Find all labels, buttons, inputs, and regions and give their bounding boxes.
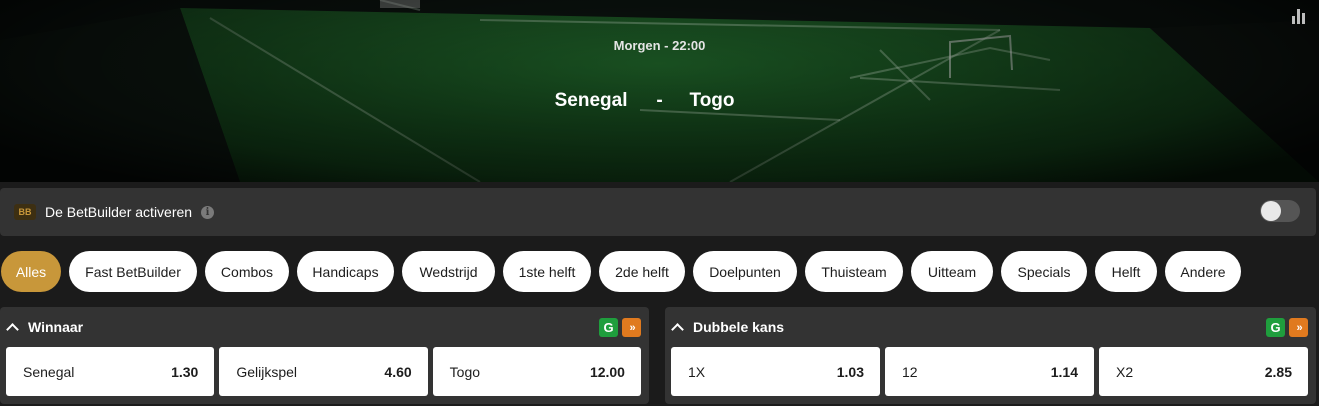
filter-combos[interactable]: Combos — [205, 251, 289, 292]
filter-andere[interactable]: Andere — [1165, 251, 1241, 292]
chevron-up-icon[interactable] — [6, 323, 19, 336]
toggle-knob — [1261, 201, 1281, 221]
betbuilder-toggle[interactable] — [1260, 200, 1300, 222]
fast-forward-icon[interactable]: » — [622, 318, 641, 337]
odd-button[interactable]: 1X 1.03 — [671, 347, 880, 396]
odd-label: Senegal — [23, 363, 75, 380]
odd-button[interactable]: Gelijkspel 4.60 — [219, 347, 428, 396]
market-header[interactable]: Dubbele kans G » — [665, 307, 1316, 347]
odd-button[interactable]: Senegal 1.30 — [6, 347, 215, 396]
betbuilder-bar: BB De BetBuilder activeren i — [0, 188, 1316, 236]
odd-price: 12.00 — [589, 363, 625, 380]
betbuilder-green-icon[interactable]: G — [1266, 318, 1285, 337]
filter-handicaps[interactable]: Handicaps — [297, 251, 394, 292]
event-teams: Senegal - Togo — [0, 90, 1319, 112]
market-dubbele-kans: Dubbele kans G » 1X 1.03 12 1.14 X2 2.85 — [665, 307, 1316, 404]
betbuilder-green-icon[interactable]: G — [599, 318, 618, 337]
odd-button[interactable]: X2 2.85 — [1099, 347, 1308, 396]
odd-price: 4.60 — [384, 363, 412, 380]
event-start-time: Morgen - 22:00 — [613, 38, 706, 53]
odd-price: 1.14 — [1050, 363, 1078, 380]
betbuilder-badge-icon: BB — [14, 204, 36, 220]
filter-doelpunten[interactable]: Doelpunten — [693, 251, 797, 292]
odd-label: X2 — [1116, 363, 1134, 380]
odd-price: 2.85 — [1264, 363, 1292, 380]
betbuilder-label: De BetBuilder activeren — [45, 204, 193, 220]
filter-alles[interactable]: Alles — [1, 251, 61, 292]
stats-icon[interactable] — [1292, 8, 1306, 24]
odd-price: 1.30 — [171, 363, 199, 380]
home-team: Senegal — [554, 90, 628, 111]
filter-wedstrijd[interactable]: Wedstrijd — [402, 251, 495, 292]
market-title: Winnaar — [28, 319, 84, 335]
odd-price: 1.03 — [836, 363, 864, 380]
filter-1ste-helft[interactable]: 1ste helft — [503, 251, 591, 292]
filter-specials[interactable]: Specials — [1001, 251, 1087, 292]
market-winnaar: Winnaar G » Senegal 1.30 Gelijkspel 4.60… — [0, 307, 649, 404]
odd-button[interactable]: 12 1.14 — [885, 347, 1094, 396]
chevron-up-icon[interactable] — [671, 323, 684, 336]
fast-forward-icon[interactable]: » — [1289, 318, 1308, 337]
odd-label: 12 — [902, 363, 918, 380]
teams-separator: - — [656, 90, 663, 111]
info-icon[interactable]: i — [201, 205, 215, 219]
odd-label: 1X — [688, 363, 706, 380]
event-hero: Morgen - 22:00 Senegal - Togo — [0, 0, 1319, 182]
market-title: Dubbele kans — [693, 319, 785, 335]
odd-label: Togo — [449, 363, 481, 380]
away-team: Togo — [689, 90, 735, 111]
filter-fast-betbuilder[interactable]: Fast BetBuilder — [69, 251, 197, 292]
filter-2de-helft[interactable]: 2de helft — [599, 251, 685, 292]
filter-uitteam[interactable]: Uitteam — [911, 251, 993, 292]
filter-helft[interactable]: Helft — [1095, 251, 1157, 292]
filter-thuisteam[interactable]: Thuisteam — [805, 251, 903, 292]
odd-button[interactable]: Togo 12.00 — [432, 347, 641, 396]
odd-label: Gelijkspel — [236, 363, 298, 380]
market-filter-tabs: Alles Fast BetBuilder Combos Handicaps W… — [1, 251, 1241, 292]
market-header[interactable]: Winnaar G » — [0, 307, 649, 347]
